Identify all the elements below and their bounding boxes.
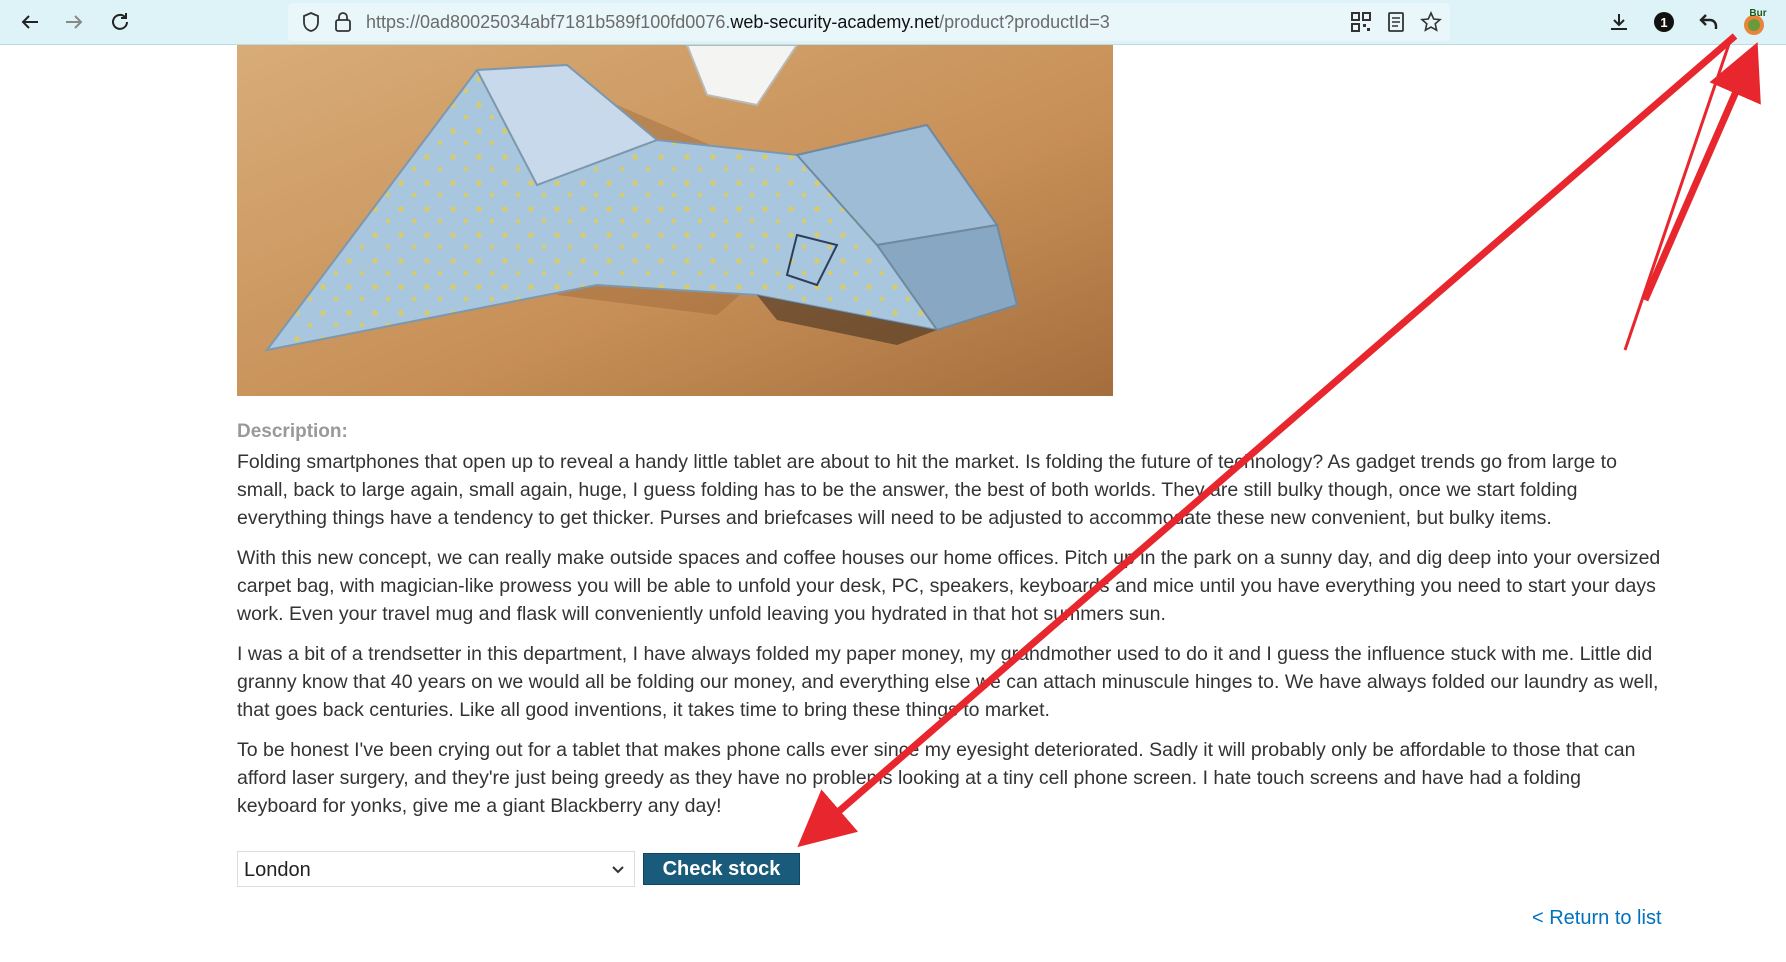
reader-view-icon[interactable] — [1383, 9, 1409, 35]
badge-count: 1 — [1660, 15, 1667, 30]
download-icon[interactable] — [1603, 6, 1635, 38]
undo-icon[interactable] — [1693, 6, 1725, 38]
url-host: web-security-academy.net — [730, 12, 940, 32]
description-paragraph: Folding smartphones that open up to reve… — [237, 451, 1617, 529]
back-icon[interactable] — [14, 6, 46, 38]
return-to-list-link[interactable]: < Return to list — [1532, 907, 1662, 930]
burp-extension-icon[interactable]: Bur — [1738, 6, 1770, 38]
description-body: Folding smartphones that open up to reve… — [237, 448, 1661, 832]
store-select[interactable]: London — [237, 851, 635, 887]
address-bar[interactable]: https://0ad80025034abf7181b589f100fd0076… — [288, 3, 1450, 41]
lock-icon[interactable] — [330, 9, 356, 35]
product-image — [237, 45, 1113, 396]
url-path: /product?productId=3 — [939, 12, 1110, 32]
check-stock-button[interactable]: Check stock — [643, 853, 800, 885]
annotation-line — [1623, 37, 1733, 351]
reload-icon[interactable] — [104, 6, 136, 38]
bookmark-star-icon[interactable] — [1418, 9, 1444, 35]
qr-code-icon[interactable] — [1348, 9, 1374, 35]
store-select-value: London — [244, 859, 311, 881]
description-paragraph: I was a bit of a trendsetter in this dep… — [237, 643, 1659, 721]
description-label: Description: — [237, 421, 348, 442]
shield-icon[interactable] — [298, 9, 324, 35]
password-manager-icon[interactable]: 1 — [1648, 6, 1680, 38]
burp-label: Bur — [1749, 8, 1766, 19]
forward-icon[interactable] — [58, 6, 90, 38]
browser-toolbar: https://0ad80025034abf7181b589f100fd0076… — [0, 0, 1786, 45]
chevron-down-icon — [610, 861, 626, 877]
url-prefix: https://0ad80025034abf7181b589f100fd0076… — [366, 12, 731, 32]
annotation-arrow — [1641, 42, 1761, 302]
url-text[interactable]: https://0ad80025034abf7181b589f100fd0076… — [366, 12, 1110, 33]
description-paragraph: With this new concept, we can really mak… — [237, 547, 1661, 625]
description-paragraph: To be honest I've been crying out for a … — [237, 739, 1636, 817]
